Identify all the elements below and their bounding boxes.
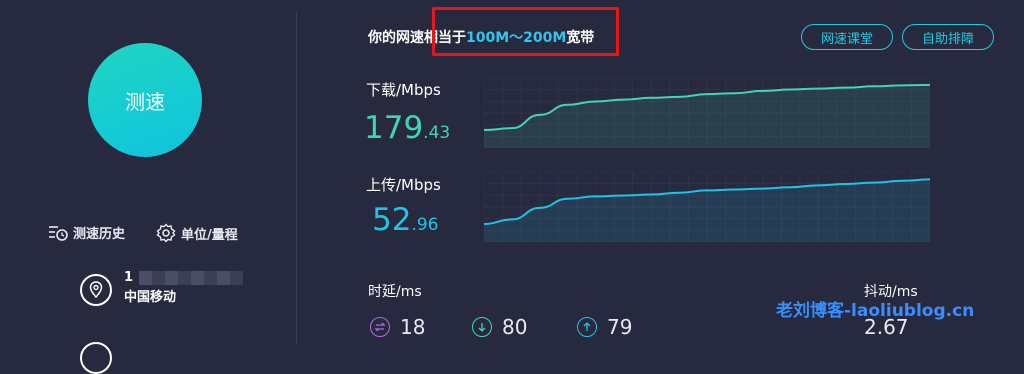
latency-download: 80 (472, 315, 527, 339)
latency-download-value: 80 (502, 315, 528, 339)
download-label: 下载/Mbps (366, 81, 441, 99)
ip-address-redacted (139, 271, 244, 285)
upload-value: 52.96 (372, 202, 439, 238)
ip-address: 1 (124, 270, 134, 285)
unit-link-label: 单位/量程 (181, 227, 238, 243)
latency-idle: 18 (370, 315, 425, 339)
unit-range-link[interactable]: 单位/量程 (156, 223, 238, 243)
watermark-text: 老刘博客-laoliublog.cn (776, 301, 975, 321)
download-value: 179.43 (364, 110, 450, 146)
upload-chart (484, 172, 930, 242)
server-icon (80, 342, 112, 374)
speed-classroom-button[interactable]: 网速课堂 (801, 24, 893, 50)
gear-icon (156, 223, 176, 243)
latency-upload-value: 79 (607, 315, 633, 339)
upload-value-dec: .96 (411, 215, 439, 235)
server-info (80, 336, 124, 374)
arrow-down-icon (472, 317, 492, 337)
latency-upload: 79 (577, 315, 632, 339)
download-chart (484, 78, 930, 148)
start-speedtest-button[interactable]: 测速 (88, 43, 202, 157)
column-divider (296, 12, 297, 345)
upload-label: 上传/Mbps (366, 176, 441, 194)
history-link[interactable]: 测速历史 (48, 223, 125, 242)
history-link-label: 测速历史 (73, 227, 126, 242)
self-troubleshoot-button[interactable]: 自助排障 (902, 24, 994, 50)
location-icon (80, 274, 112, 306)
isp-name: 中国移动 (124, 290, 177, 305)
latency-label: 时延/ms (368, 284, 422, 300)
download-value-dec: .43 (423, 123, 451, 143)
history-icon (49, 225, 68, 241)
arrow-up-icon (577, 317, 597, 337)
download-value-int: 179 (364, 110, 424, 146)
highlight-annotation-box (432, 7, 619, 56)
swap-icon (370, 317, 390, 337)
latency-idle-value: 18 (400, 315, 426, 339)
isp-info: 1 中国移动 (80, 268, 244, 308)
upload-value-int: 52 (372, 202, 412, 238)
